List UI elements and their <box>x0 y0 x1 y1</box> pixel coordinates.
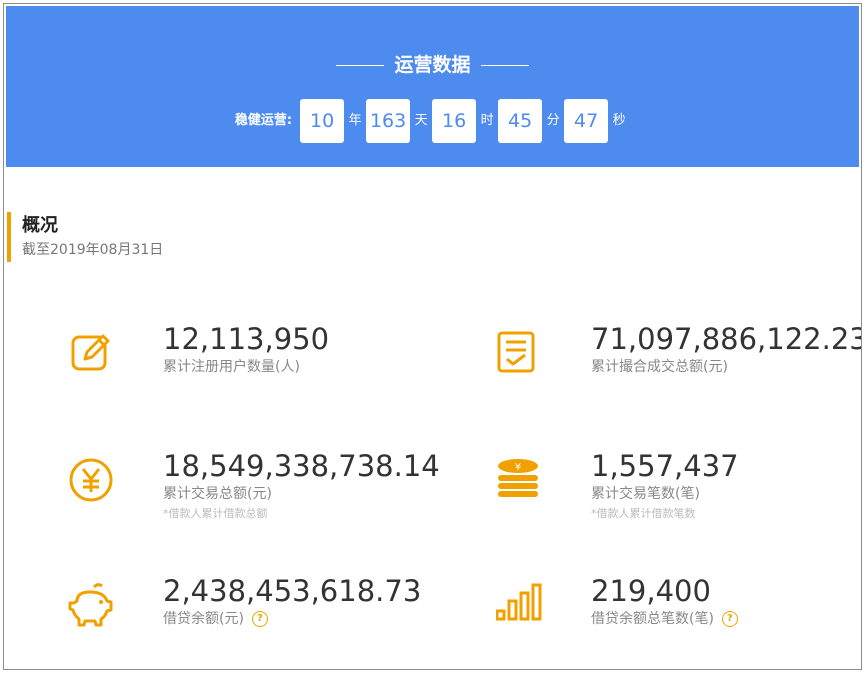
help-icon[interactable]: ? <box>721 611 738 627</box>
coins-icon: ¥ <box>498 459 538 497</box>
section-title: 概况 <box>22 215 58 236</box>
title-line-left <box>336 65 385 66</box>
stat-note: *借款人累计借款笔数 <box>591 507 696 520</box>
uptime-hours: 16 <box>432 99 477 143</box>
stat-label: 累计交易总额(元) <box>163 486 272 502</box>
stat-value: 1,557,437 <box>591 449 739 483</box>
uptime-unit-hours: 时 <box>480 113 494 128</box>
uptime-unit-days: 天 <box>414 113 428 128</box>
checklist-icon <box>497 331 535 373</box>
title-line-right <box>480 65 529 66</box>
page-frame: 运营数据 稳健运营: 10 年 163 天 16 时 45 分 47 秒 概况 截至2019年08月… <box>3 3 862 670</box>
stat-label: 累计撮合成交总额(元) <box>591 359 728 375</box>
uptime-label: 稳健运营: <box>234 113 293 128</box>
edit-icon <box>71 334 110 371</box>
uptime-unit-years: 年 <box>348 113 362 128</box>
uptime-seconds: 47 <box>564 99 609 143</box>
uptime-counter: 稳健运营: 10 年 163 天 16 时 45 分 47 秒 <box>6 99 859 143</box>
stat-value: 71,097,886,122.23 <box>591 322 862 356</box>
banner-title: 运营数据 <box>6 52 859 78</box>
stat-value: 12,113,950 <box>163 322 330 356</box>
section-date: 截至2019年08月31日 <box>22 242 164 258</box>
stat-label: 借贷余额(元)? <box>163 609 268 629</box>
piggy-bank-icon <box>68 583 113 627</box>
uptime-days: 163 <box>366 99 411 143</box>
banner-title-text: 运营数据 <box>394 54 471 76</box>
stat-value: 18,549,338,738.14 <box>163 449 440 483</box>
stat-value: 2,438,453,618.73 <box>163 574 422 608</box>
help-icon[interactable]: ? <box>251 611 268 627</box>
uptime-minutes: 45 <box>498 99 543 143</box>
stat-label: 累计注册用户数量(人) <box>163 359 300 375</box>
bar-chart-icon <box>496 583 542 621</box>
operations-banner: 运营数据 稳健运营: 10 年 163 天 16 时 45 分 47 秒 <box>6 6 859 167</box>
uptime-unit-seconds: 秒 <box>612 113 626 128</box>
stat-value: 219,400 <box>591 574 711 608</box>
uptime-unit-minutes: 分 <box>546 113 560 128</box>
svg-text:¥: ¥ <box>515 462 521 473</box>
section-accent-bar <box>7 212 11 262</box>
stat-note: *借款人累计借款总额 <box>163 507 268 520</box>
stat-label: 借贷余额总笔数(笔)? <box>591 609 738 629</box>
stat-label: 累计交易笔数(笔) <box>591 486 700 502</box>
yen-icon <box>69 458 113 502</box>
uptime-years: 10 <box>300 99 345 143</box>
stat-label-text: 借贷余额总笔数(笔) <box>591 611 714 627</box>
stat-label-text: 借贷余额(元) <box>163 611 244 627</box>
